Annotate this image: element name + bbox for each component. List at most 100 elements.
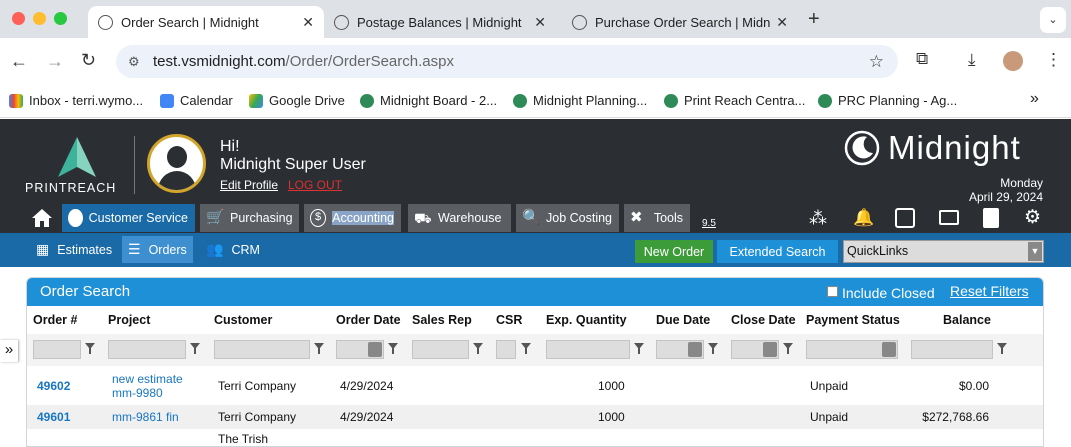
browser-tab-purchase-order-search[interactable]: Purchase Order Search | Midn ✕ [562,6,798,38]
col-balance[interactable]: Balance [943,313,991,327]
tab-search-icon[interactable]: ⌄ [1040,7,1066,33]
filter-payment-status[interactable] [806,340,898,359]
filter-funnel-icon[interactable] [708,343,718,355]
filter-due-date[interactable] [656,340,704,359]
document-icon[interactable] [983,208,999,228]
settings-gear-icon[interactable]: ⚙ [1024,208,1044,228]
menu-accounting[interactable]: $ Accounting [304,204,401,232]
subnav-estimates[interactable]: ▦ Estimates [30,236,118,263]
order-number-link[interactable]: 49601 [37,410,70,424]
project-link[interactable]: new estimate [112,372,183,386]
filter-funnel-icon[interactable] [314,343,324,355]
subnav-orders[interactable]: ☰ Orders [122,236,193,263]
maximize-window-icon[interactable] [54,12,67,25]
download-icon[interactable]: ⤓ [968,50,976,70]
filter-funnel-icon[interactable] [521,343,531,355]
new-tab-button[interactable]: + [808,8,820,31]
minimize-window-icon[interactable] [33,12,46,25]
list-icon: ☰ [128,241,141,257]
network-icon[interactable]: ⁂ [809,208,829,228]
menu-tools[interactable]: ✖ Tools [624,204,690,232]
menu-warehouse[interactable]: ⛟ Warehouse [408,204,511,232]
project-link[interactable]: mm-9861 fin [112,410,179,424]
filter-close-date[interactable] [731,340,779,359]
order-number-link[interactable]: 49602 [37,379,70,393]
monitor-icon[interactable] [939,210,959,225]
filter-funnel-icon[interactable] [388,343,398,355]
bookmark-print-reach-central[interactable]: Print Reach Centra... [664,93,805,108]
forward-icon[interactable]: → [46,51,64,72]
filter-csr[interactable] [496,340,516,359]
gmail-icon [9,93,23,108]
bookmark-midnight-planning[interactable]: Midnight Planning... [513,93,647,108]
new-order-button[interactable]: New Order [635,240,713,263]
browser-tab-postage-balances[interactable]: Postage Balances | Midnight ✕ [324,6,556,38]
col-customer[interactable]: Customer [214,313,272,327]
site-settings-icon[interactable]: ⚙ [128,45,140,78]
col-exp-quantity[interactable]: Exp. Quantity [546,313,627,327]
filter-funnel-icon[interactable] [190,343,200,355]
more-bookmarks-icon[interactable]: » [1030,90,1039,108]
menu-customer-service[interactable]: Customer Service [62,204,195,232]
col-payment-status[interactable]: Payment Status [806,313,900,327]
close-tab-icon[interactable]: ✕ [534,14,546,31]
reload-icon[interactable]: ↻ [81,50,96,71]
table-row[interactable]: The Trish [27,429,1043,446]
filter-order-number[interactable] [33,340,81,359]
include-closed-checkbox[interactable] [827,286,838,297]
calendar-icon[interactable] [895,208,915,228]
avatar[interactable] [147,134,206,193]
tab-title: Purchase Order Search | Midn [595,14,771,30]
col-order-date[interactable]: Order Date [336,313,401,327]
edit-profile-link[interactable]: Edit Profile [220,178,278,192]
reset-filters-link[interactable]: Reset Filters [950,283,1029,299]
filter-exp-quantity[interactable] [546,340,630,359]
extensions-icon[interactable]: ⧉ [916,49,928,69]
midnight-logo-icon [844,130,880,166]
bookmark-midnight-board[interactable]: Midnight Board - 2... [360,93,497,108]
filter-balance[interactable] [911,340,993,359]
close-window-icon[interactable] [12,12,25,25]
profile-avatar[interactable] [1003,51,1023,71]
extended-search-button[interactable]: Extended Search [717,240,838,263]
quicklinks-select[interactable]: QuickLinks ▼ [843,240,1044,263]
col-close-date[interactable]: Close Date [731,313,796,327]
filter-funnel-icon[interactable] [783,343,793,355]
menu-job-costing[interactable]: 🔍 Job Costing [516,204,619,232]
bookmark-calendar[interactable]: Calendar [160,93,233,108]
side-panel-toggle[interactable]: » [0,340,18,362]
filter-order-date[interactable] [336,340,384,359]
filter-funnel-icon[interactable] [634,343,644,355]
project-link-line2[interactable]: mm-9980 [112,386,163,400]
col-due-date[interactable]: Due Date [656,313,710,327]
col-sales-rep[interactable]: Sales Rep [412,313,472,327]
close-tab-icon[interactable]: ✕ [302,14,314,31]
browser-tab-order-search[interactable]: Order Search | Midnight ✕ [88,6,324,38]
logout-link[interactable]: LOG OUT [288,178,342,192]
col-csr[interactable]: CSR [496,313,522,327]
subnav-crm[interactable]: 👥 CRM [200,236,266,263]
notification-bell-icon[interactable]: 🔔 [853,208,874,228]
bookmark-prc-planning[interactable]: PRC Planning - Ag... [818,93,957,108]
version-label[interactable]: 9.5 [702,218,716,229]
table-row[interactable]: 49602 new estimate mm-9980 Terri Company… [27,367,1043,405]
home-icon[interactable] [31,208,53,228]
filter-funnel-icon[interactable] [997,343,1007,355]
bookmark-google-drive[interactable]: Google Drive [249,93,345,108]
back-icon[interactable]: ← [10,51,28,72]
filter-sales-rep[interactable] [412,340,469,359]
tab-title: Postage Balances | Midnight [357,14,522,30]
url-bar[interactable]: ⚙ test.vsmidnight.com/Order/OrderSearch.… [116,45,898,78]
filter-customer[interactable] [214,340,310,359]
browser-menu-icon[interactable]: ⋮ [1045,50,1062,70]
close-tab-icon[interactable]: ✕ [776,14,788,31]
menu-purchasing[interactable]: 🛒 Purchasing [200,204,299,232]
bookmark-star-icon[interactable]: ☆ [869,45,884,78]
col-project[interactable]: Project [108,313,150,327]
filter-funnel-icon[interactable] [473,343,483,355]
col-order-number[interactable]: Order # [33,313,77,327]
filter-funnel-icon[interactable] [85,343,95,355]
bookmark-inbox[interactable]: Inbox - terri.wymo... [9,93,143,108]
filter-project[interactable] [108,340,186,359]
table-row[interactable]: 49601 mm-9861 fin Terri Company 4/29/202… [27,405,1043,429]
